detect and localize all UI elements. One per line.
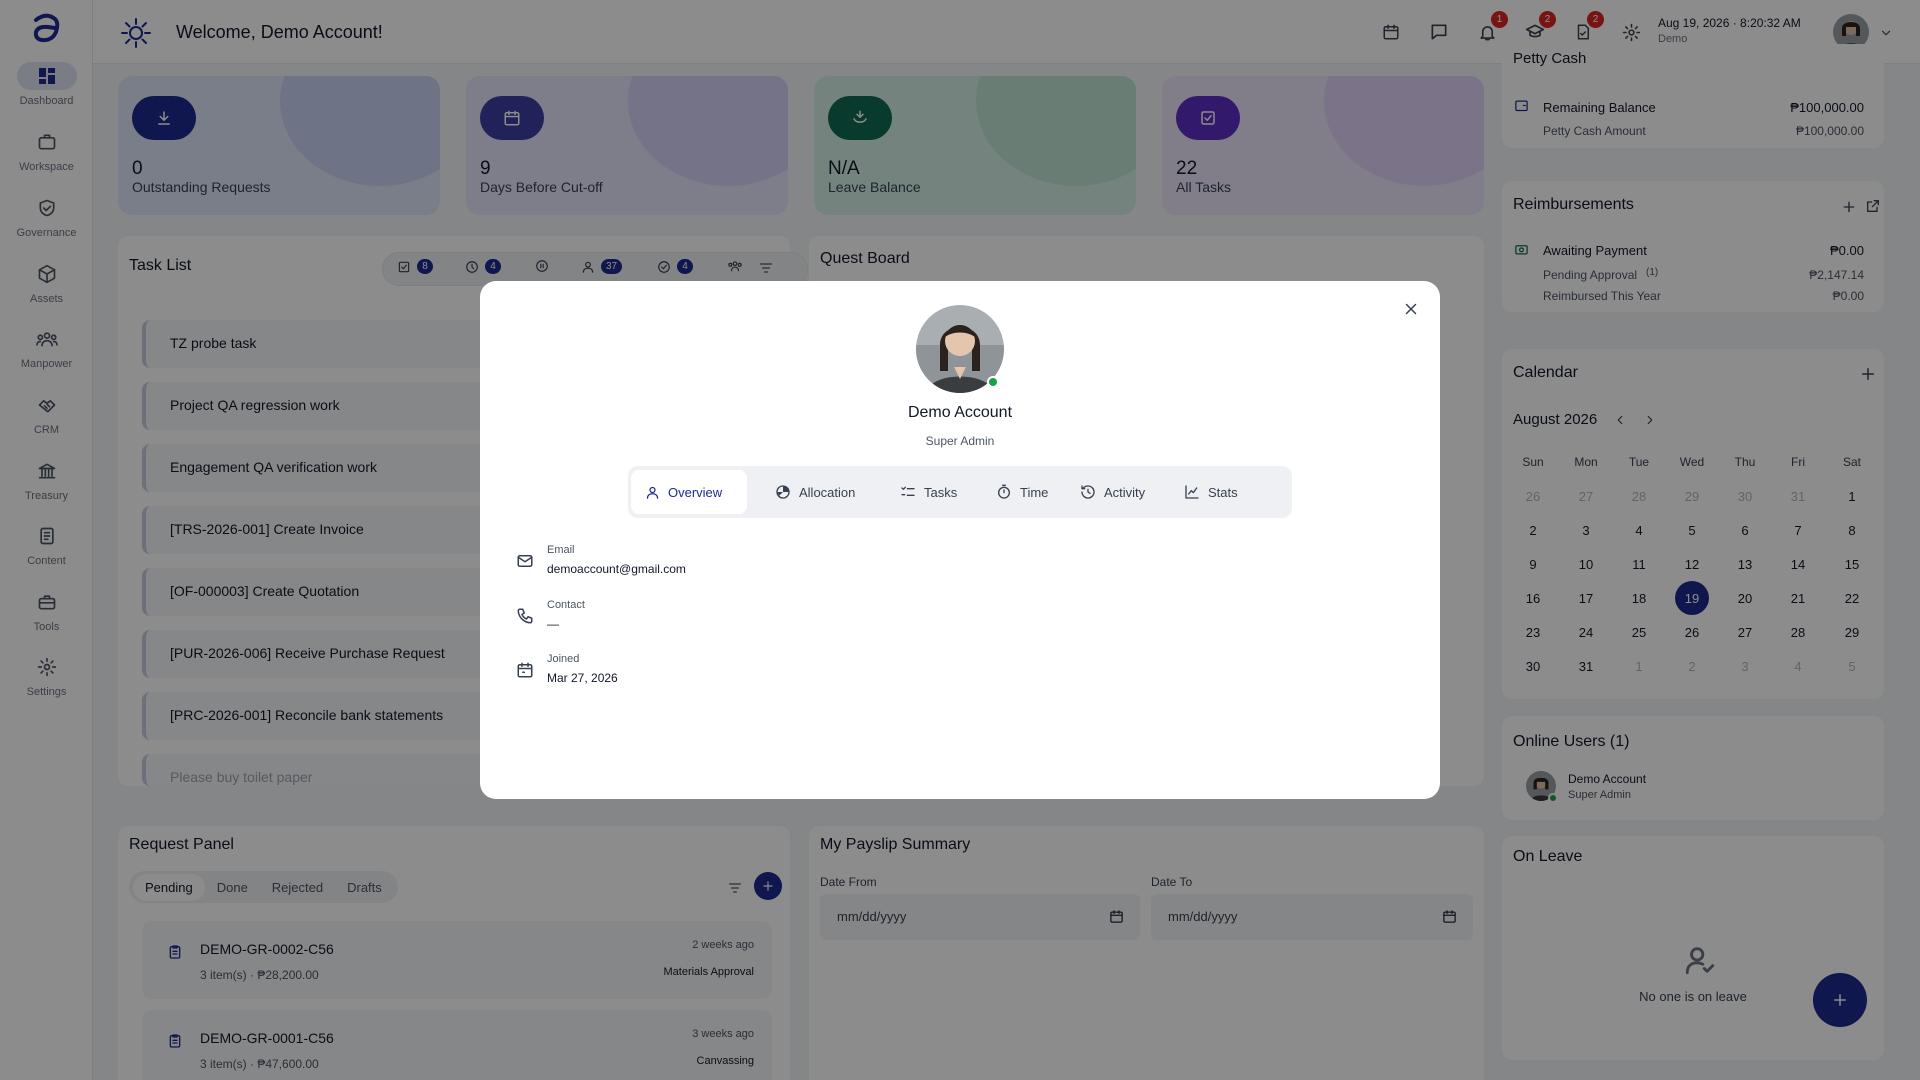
- close-icon[interactable]: [1402, 300, 1420, 318]
- phone-icon: [516, 607, 534, 625]
- email-label: Email: [547, 544, 575, 556]
- tab-overview[interactable]: Overview: [631, 470, 747, 514]
- email-value[interactable]: demoaccount@gmail.com: [547, 562, 686, 576]
- tab-label: Overview: [668, 484, 723, 500]
- online-status-dot: [987, 376, 999, 388]
- tab-activity[interactable]: Activity: [1066, 470, 1159, 514]
- mail-icon: [516, 552, 534, 570]
- profile-name: Demo Account: [907, 404, 1013, 421]
- stopwatch-icon: [998, 484, 1010, 499]
- history-icon: [1081, 485, 1095, 499]
- tab-time[interactable]: Time: [982, 470, 1062, 514]
- task-list-icon: [901, 486, 915, 496]
- line-chart-icon: [1185, 485, 1199, 499]
- profile-modal: Demo Account Super Admin Overview Alloca…: [480, 281, 1440, 799]
- tab-label: Tasks: [924, 484, 958, 500]
- joined-label: Joined: [547, 653, 580, 665]
- user-icon: [646, 486, 659, 499]
- tab-stats[interactable]: Stats: [1170, 470, 1252, 514]
- tab-tasks[interactable]: Tasks: [886, 470, 971, 514]
- profile-role: Super Admin: [925, 434, 995, 448]
- tab-label: Stats: [1208, 484, 1238, 500]
- joined-value: Mar 27, 2026: [547, 671, 618, 685]
- calendar-icon: [516, 661, 534, 679]
- contact-value: —: [547, 617, 559, 631]
- profile-tabs: Overview Allocation Tasks Time Activity …: [628, 466, 1292, 518]
- tab-label: Allocation: [799, 484, 856, 500]
- pie-chart-icon: [776, 485, 790, 499]
- contact-label: Contact: [547, 599, 585, 611]
- tab-label: Time: [1020, 484, 1049, 500]
- tab-label: Activity: [1104, 484, 1146, 500]
- tab-allocation[interactable]: Allocation: [761, 470, 869, 514]
